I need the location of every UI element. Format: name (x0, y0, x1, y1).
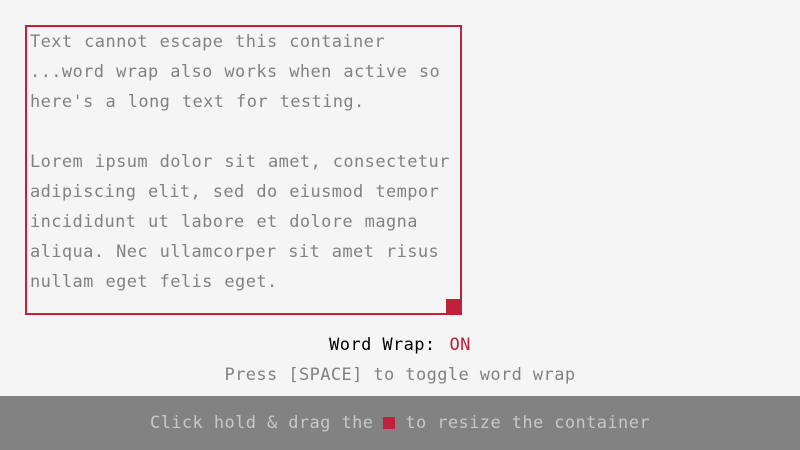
container-text: Text cannot escape this container ...wor… (30, 27, 455, 297)
container-paragraph-2: Lorem ipsum dolor sit amet, consectetur … (30, 152, 450, 292)
footer-text-after: to resize the container (405, 413, 650, 433)
word-wrap-label: Word Wrap: (329, 335, 436, 355)
container-paragraph-1: Text cannot escape this container ...wor… (30, 32, 441, 112)
resize-handle[interactable] (446, 299, 460, 313)
footer-bar: Click hold & drag the to resize the cont… (0, 396, 800, 450)
text-container: Text cannot escape this container ...wor… (25, 25, 462, 315)
footer-text-before: Click hold & drag the (150, 413, 374, 433)
word-wrap-status: Word Wrap: ON (0, 330, 800, 360)
word-wrap-value: ON (449, 335, 471, 355)
resize-handle-icon (383, 417, 396, 429)
toggle-hint: Press [SPACE] to toggle word wrap (224, 365, 576, 385)
